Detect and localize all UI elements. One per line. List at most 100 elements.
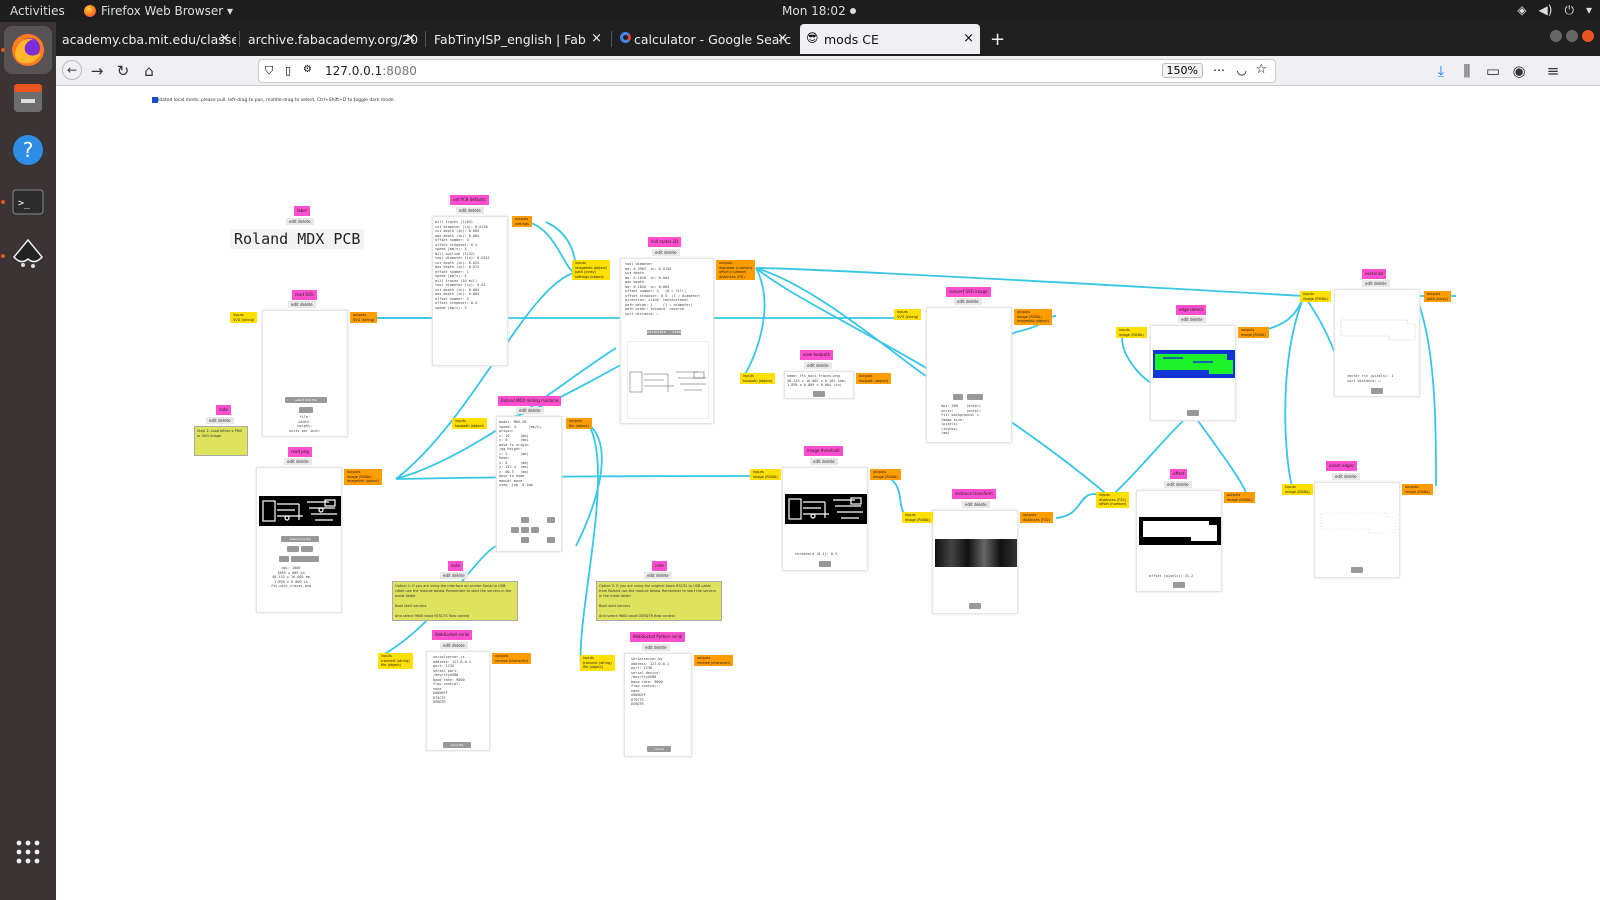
- module-edit-delete[interactable]: edit delete: [642, 644, 670, 651]
- close-window-button[interactable]: [1582, 30, 1594, 42]
- module-title[interactable]: WebSocket Python serial: [630, 632, 686, 642]
- module-edit-delete[interactable]: edit delete: [516, 407, 544, 414]
- module-outputs[interactable]: outputs image (RGBA) imageInfo (object): [1014, 309, 1053, 325]
- view-button[interactable]: [299, 407, 313, 413]
- note-option-1[interactable]: Option 1: If you are using the Interface…: [392, 581, 518, 621]
- module-inputs[interactable]: inputs image (RGBA): [902, 512, 933, 523]
- module-inputs[interactable]: inputs image (RGBA): [750, 469, 781, 480]
- roland-settings[interactable]: model: MDX-20 speed: 4 (mm/s) origin: x:…: [499, 420, 541, 488]
- module-title[interactable]: WebSocket serial: [432, 630, 473, 640]
- module-title[interactable]: note: [216, 405, 232, 415]
- module-inputs[interactable]: inputs distances (F32) offset (number): [1096, 492, 1130, 508]
- serial-settings[interactable]: serialserver.js address: 127.0.0.1 port:…: [433, 655, 471, 705]
- module-edit-delete[interactable]: edit delete: [1362, 280, 1390, 287]
- select-svg-button[interactable]: select SVG file: [285, 397, 327, 403]
- downloads-icon[interactable]: ⤓: [1432, 62, 1450, 80]
- module-edit-delete[interactable]: edit delete: [962, 501, 990, 508]
- z-down-button[interactable]: [547, 537, 555, 543]
- module-outputs[interactable]: outputs settings: [512, 216, 532, 227]
- module-inputs[interactable]: inputs toolpath (object): [740, 373, 776, 384]
- library-icon[interactable]: ⫼: [1458, 62, 1476, 80]
- module-title[interactable]: Roland MDX milling machine: [498, 396, 562, 406]
- module-title[interactable]: convert SVG image: [946, 287, 991, 297]
- module-inputs[interactable]: inputs image (RGBA): [1116, 327, 1147, 338]
- app-menu[interactable]: Firefox Web Browser ▾: [84, 4, 233, 18]
- clock[interactable]: Mon 18:02: [782, 4, 856, 18]
- dock-inkscape[interactable]: [8, 234, 48, 274]
- view-button[interactable]: [819, 561, 831, 567]
- jog-down-button[interactable]: [521, 537, 529, 543]
- view-button[interactable]: [969, 603, 981, 609]
- module-title[interactable]: view toolpath: [800, 350, 834, 360]
- python-serial-settings[interactable]: serialserver.py address: 127.0.0.1 port:…: [631, 657, 669, 707]
- forward-button[interactable]: →: [88, 62, 106, 80]
- jog-left-button[interactable]: [511, 527, 519, 533]
- module-outputs[interactable]: outputs receive (character): [492, 653, 532, 664]
- module-inputs[interactable]: inputs imageInfo (object) path (array) s…: [572, 260, 611, 280]
- module-outputs[interactable]: outputs diameter (number) offset (number…: [716, 260, 756, 280]
- render-button[interactable]: [967, 394, 983, 400]
- close-icon[interactable]: ×: [405, 31, 416, 46]
- view-button[interactable]: [813, 391, 825, 397]
- threshold-setting[interactable]: threshold (0-1): 0.5: [795, 552, 837, 557]
- module-inputs[interactable]: inputs SVG (string): [230, 312, 258, 323]
- module-title[interactable]: read SVG: [292, 290, 317, 300]
- send-file-button[interactable]: send file: [443, 742, 471, 748]
- module-edit-delete[interactable]: edit delete: [810, 458, 838, 465]
- module-edit-delete[interactable]: edit delete: [1164, 481, 1192, 488]
- flip-h-button[interactable]: [279, 556, 289, 562]
- dock-help[interactable]: ?: [8, 130, 48, 170]
- jog-right-button[interactable]: [531, 527, 539, 533]
- activities-button[interactable]: Activities: [10, 4, 65, 18]
- calculate-button[interactable]: calculate view: [647, 330, 681, 335]
- dock-firefox[interactable]: [4, 26, 52, 74]
- invert-button[interactable]: [287, 546, 299, 552]
- module-title[interactable]: note: [652, 561, 668, 571]
- view-button[interactable]: [1371, 388, 1383, 394]
- module-title[interactable]: label: [294, 206, 310, 216]
- module-title[interactable]: read png: [288, 447, 312, 457]
- module-edit-delete[interactable]: edit delete: [1178, 316, 1206, 323]
- tab-calculator[interactable]: calculator - Google Searc ×: [614, 24, 794, 54]
- module-outputs[interactable]: outputs image (RGBA): [1238, 327, 1269, 338]
- page-actions-icon[interactable]: ⋯: [1213, 63, 1225, 77]
- module-inputs[interactable]: inputs image (RGBA): [1282, 484, 1313, 495]
- sidebar-icon[interactable]: ▭: [1484, 62, 1502, 80]
- close-icon[interactable]: ×: [777, 31, 788, 46]
- module-outputs[interactable]: outputs toolpath (object): [856, 373, 892, 384]
- pcb-settings[interactable]: mill traces (1/64) cut diameter (in): 0.…: [435, 220, 490, 310]
- module-outputs[interactable]: outputs image (RGBA): [870, 469, 901, 480]
- module-title[interactable]: edge detect: [1176, 305, 1207, 315]
- module-title[interactable]: mill raster 2D: [648, 237, 682, 247]
- view-button[interactable]: [1187, 410, 1199, 416]
- bookmark-star-icon[interactable]: ☆: [1255, 62, 1267, 77]
- module-edit-delete[interactable]: edit delete: [644, 572, 672, 579]
- system-tray[interactable]: ◈ ◀) ⏻ ▾: [1517, 3, 1592, 18]
- module-edit-delete[interactable]: edit delete: [440, 572, 468, 579]
- module-outputs[interactable]: outputs path (array): [1424, 291, 1451, 302]
- mill-settings[interactable]: tool diameter mm: 0.3962 in: 0.0156 cut …: [625, 262, 701, 316]
- jog-center-button[interactable]: [521, 527, 529, 533]
- pocket-icon[interactable]: ◡: [1237, 63, 1247, 77]
- module-outputs[interactable]: outputs receive (character): [694, 655, 734, 666]
- svg-convert-settings[interactable]: dpi: 500 (enter) units: (enter) fill bac…: [941, 404, 981, 436]
- module-edit-delete[interactable]: edit delete: [652, 249, 680, 256]
- flip-button[interactable]: [301, 546, 313, 552]
- mods-canvas[interactable]: outdated local mods, please pull. left-d…: [56, 86, 1600, 900]
- module-edit-delete[interactable]: edit delete: [440, 642, 468, 649]
- module-inputs[interactable]: inputs SVG (string): [894, 309, 922, 320]
- select-png-button[interactable]: select png file: [281, 536, 319, 542]
- tab-archive[interactable]: archive.fabacademy.org/20 ×: [242, 24, 422, 54]
- view-button[interactable]: [1351, 567, 1363, 573]
- module-outputs[interactable]: outputs image (RGBA) imageInfo (object): [344, 469, 383, 485]
- module-edit-delete[interactable]: edit delete: [286, 218, 314, 225]
- module-inputs[interactable]: inputs toolpath (object): [452, 418, 488, 429]
- menu-icon[interactable]: ≡: [1544, 62, 1562, 80]
- module-inputs[interactable]: inputs transmit (string) file (object): [580, 655, 615, 671]
- note-option-2[interactable]: Option 2: If you are using the original …: [596, 581, 722, 621]
- module-outputs[interactable]: outputs file (object): [566, 418, 592, 429]
- close-icon[interactable]: ×: [219, 31, 230, 46]
- minimize-button[interactable]: [1550, 30, 1562, 42]
- url-bar[interactable]: ⛉ ▯ ⚙ 127.0.0.1:8080 150% ⋯ ◡ ☆: [258, 59, 1276, 83]
- module-inputs[interactable]: inputs image (RGBA): [1300, 291, 1331, 302]
